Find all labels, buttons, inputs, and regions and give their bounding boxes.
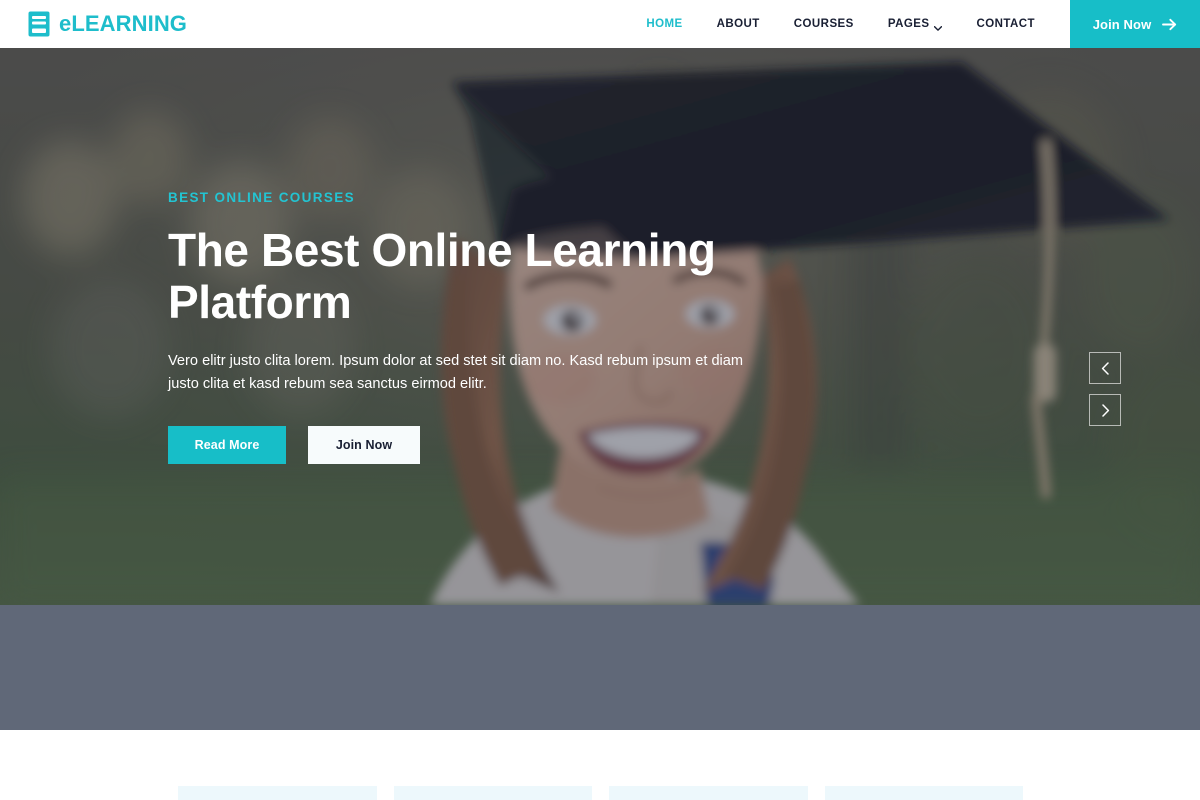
feature-card-4[interactable] [824,786,1023,800]
nav-label-contact: CONTACT [976,18,1035,30]
slate-divider-band [0,605,1200,730]
features-section [0,730,1200,800]
hero-read-more-button[interactable]: Read More [168,425,286,464]
nav-item-courses[interactable]: COURSES [777,0,871,48]
nav-item-contact[interactable]: CONTACT [959,0,1052,48]
hero-kicker: BEST ONLINE COURSES [168,189,355,205]
book-icon [28,11,50,37]
header-join-now-label: Join Now [1092,16,1152,32]
brand-logo[interactable]: eLEARNING [0,0,187,48]
chevron-right-icon [1101,403,1110,417]
nav-item-home[interactable]: HOME [629,0,699,48]
hero-title: The Best Online Learning Platform [168,223,716,328]
hero-content: BEST ONLINE COURSES The Best Online Lear… [168,48,768,605]
brand-name: eLEARNING [59,11,188,36]
nav-item-pages[interactable]: PAGES [871,0,960,48]
main-navigation: HOME ABOUT COURSES PAGES CONTACT Join No… [629,0,1200,48]
hero-carousel-slide: BEST ONLINE COURSES The Best Online Lear… [0,48,1200,605]
nav-label-courses: COURSES [793,18,854,30]
carousel-prev-button[interactable] [1089,352,1121,384]
header-join-now-button[interactable]: Join Now [1070,0,1200,48]
feature-cards-row [178,786,1023,800]
feature-card-3[interactable] [609,786,808,800]
site-header: eLEARNING HOME ABOUT COURSES PAGES CONTA… [0,0,1200,48]
nav-label-home: HOME [646,18,683,30]
feature-card-1[interactable] [178,786,377,800]
carousel-next-button[interactable] [1089,394,1121,426]
hero-action-buttons: Read More Join Now [168,425,768,464]
nav-label-about: ABOUT [716,18,760,30]
chevron-left-icon [1101,361,1110,375]
nav-item-about[interactable]: ABOUT [700,0,777,48]
nav-label-pages: PAGES [887,18,930,30]
hero-join-now-button[interactable]: Join Now [308,425,420,464]
feature-card-2[interactable] [393,786,592,800]
arrow-right-icon [1162,18,1177,31]
carousel-navigation [1089,352,1121,426]
chevron-down-icon [934,22,943,31]
hero-subtitle: Vero elitr justo clita lorem. Ipsum dolo… [168,352,744,392]
